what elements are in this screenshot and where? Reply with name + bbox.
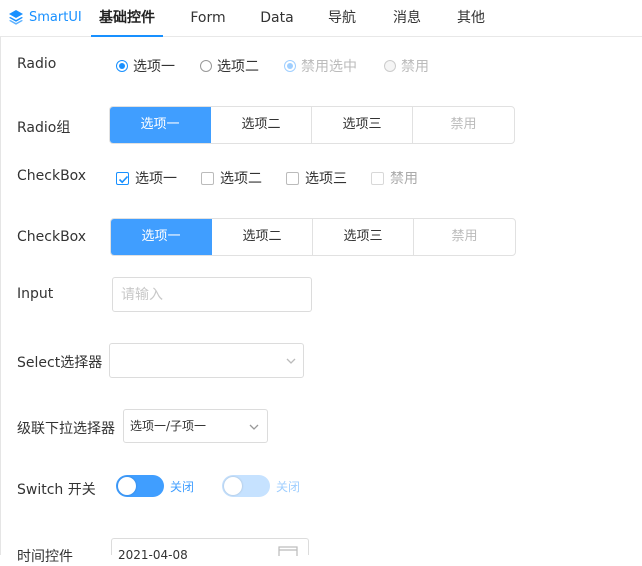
time-label: 时间控件 [17,549,73,565]
checkbox-button-option-1[interactable]: 选项一 [111,219,212,255]
checkbox-label: CheckBox [17,168,87,184]
radio-option-label: 选项一 [133,59,175,75]
radio-option-label: 禁用选中 [301,59,357,75]
tab-basic-controls[interactable]: 基础控件 [91,0,163,37]
switch-toggle[interactable]: 关闭 [116,475,194,497]
cascader-label: 级联下拉选择器 [17,421,115,437]
switch-state-text: 关闭 [276,479,301,494]
checkbox-option-3[interactable]: 选项三 [286,168,347,188]
switch-track [116,475,164,497]
brand-name: SmartUI [29,9,82,25]
radio-option-disabled-checked: 禁用选中 [284,56,357,76]
radio-button-option-3[interactable]: 选项三 [312,107,413,143]
checkbox-option-disabled: 禁用 [371,168,418,188]
tab-form[interactable]: Form [184,0,232,36]
radio-option-label: 选项二 [217,59,259,75]
radio-option-label: 禁用 [401,59,429,75]
radio-option-disabled: 禁用 [384,56,429,76]
layers-icon [9,10,23,25]
text-input[interactable] [112,277,312,312]
checkbox-option-label: 选项一 [135,171,177,187]
checkbox-box [116,171,129,185]
input-label: Input [17,286,54,302]
radio-group-label: Radio组 [17,120,71,136]
cascader-value: 选项一/子项一 [130,419,207,433]
switch-label: Switch 开关 [17,482,96,498]
switch-state-text: 关闭 [170,479,195,494]
radio-button-option-disabled: 禁用 [450,117,477,132]
checkbox-box [371,171,384,185]
checkbox-box [201,171,214,185]
radio-button-group: 选项一 选项二 选项三 禁用 [109,106,515,144]
date-value: 2021-04-08 [118,548,188,562]
tab-data[interactable]: Data [256,0,298,36]
switch-knob [224,477,242,495]
left-divider [0,37,1,555]
chevron-down-icon [286,358,296,364]
select-label: Select选择器 [17,355,103,371]
checkbox-option-label: 选项二 [220,171,262,187]
radio-button-option-1[interactable]: 选项一 [110,107,211,143]
radio-circle [284,60,296,72]
checkbox-group-label: CheckBox [17,229,87,245]
cascader-select[interactable]: 选项一/子项一 [123,409,268,443]
checkbox-option-label: 禁用 [390,171,418,187]
radio-button-option-2[interactable]: 选项二 [211,107,312,143]
brand[interactable]: SmartUI [8,9,82,25]
radio-option-1[interactable]: 选项一 [116,56,175,76]
checkbox-option-label: 选项三 [305,171,347,187]
date-picker-input[interactable]: 2021-04-08 [111,538,309,562]
switch-toggle-disabled: 关闭 [222,475,300,497]
tab-messages[interactable]: 消息 [387,0,427,36]
radio-option-2[interactable]: 选项二 [200,56,259,76]
checkbox-box [286,171,299,185]
checkbox-button-group: 选项一 选项二 选项三 禁用 [110,218,516,256]
checkbox-button-option-2[interactable]: 选项二 [212,219,313,255]
switch-knob [118,477,136,495]
radio-circle [384,60,396,72]
switch-track [222,475,270,497]
chevron-down-icon [249,424,259,430]
radio-circle [116,60,128,72]
select-dropdown[interactable] [109,343,304,378]
tab-navigation[interactable]: 导航 [322,0,362,36]
tab-other[interactable]: 其他 [451,0,491,36]
check-icon [118,175,129,183]
checkbox-option-1[interactable]: 选项一 [116,168,177,188]
checkbox-option-2[interactable]: 选项二 [201,168,262,188]
radio-label: Radio [17,56,57,72]
checkbox-button-option-3[interactable]: 选项三 [313,219,414,255]
radio-circle [200,60,212,72]
top-navbar: SmartUI 基础控件 Form Data 导航 消息 其他 [0,0,642,37]
checkbox-button-option-disabled: 禁用 [451,229,478,244]
